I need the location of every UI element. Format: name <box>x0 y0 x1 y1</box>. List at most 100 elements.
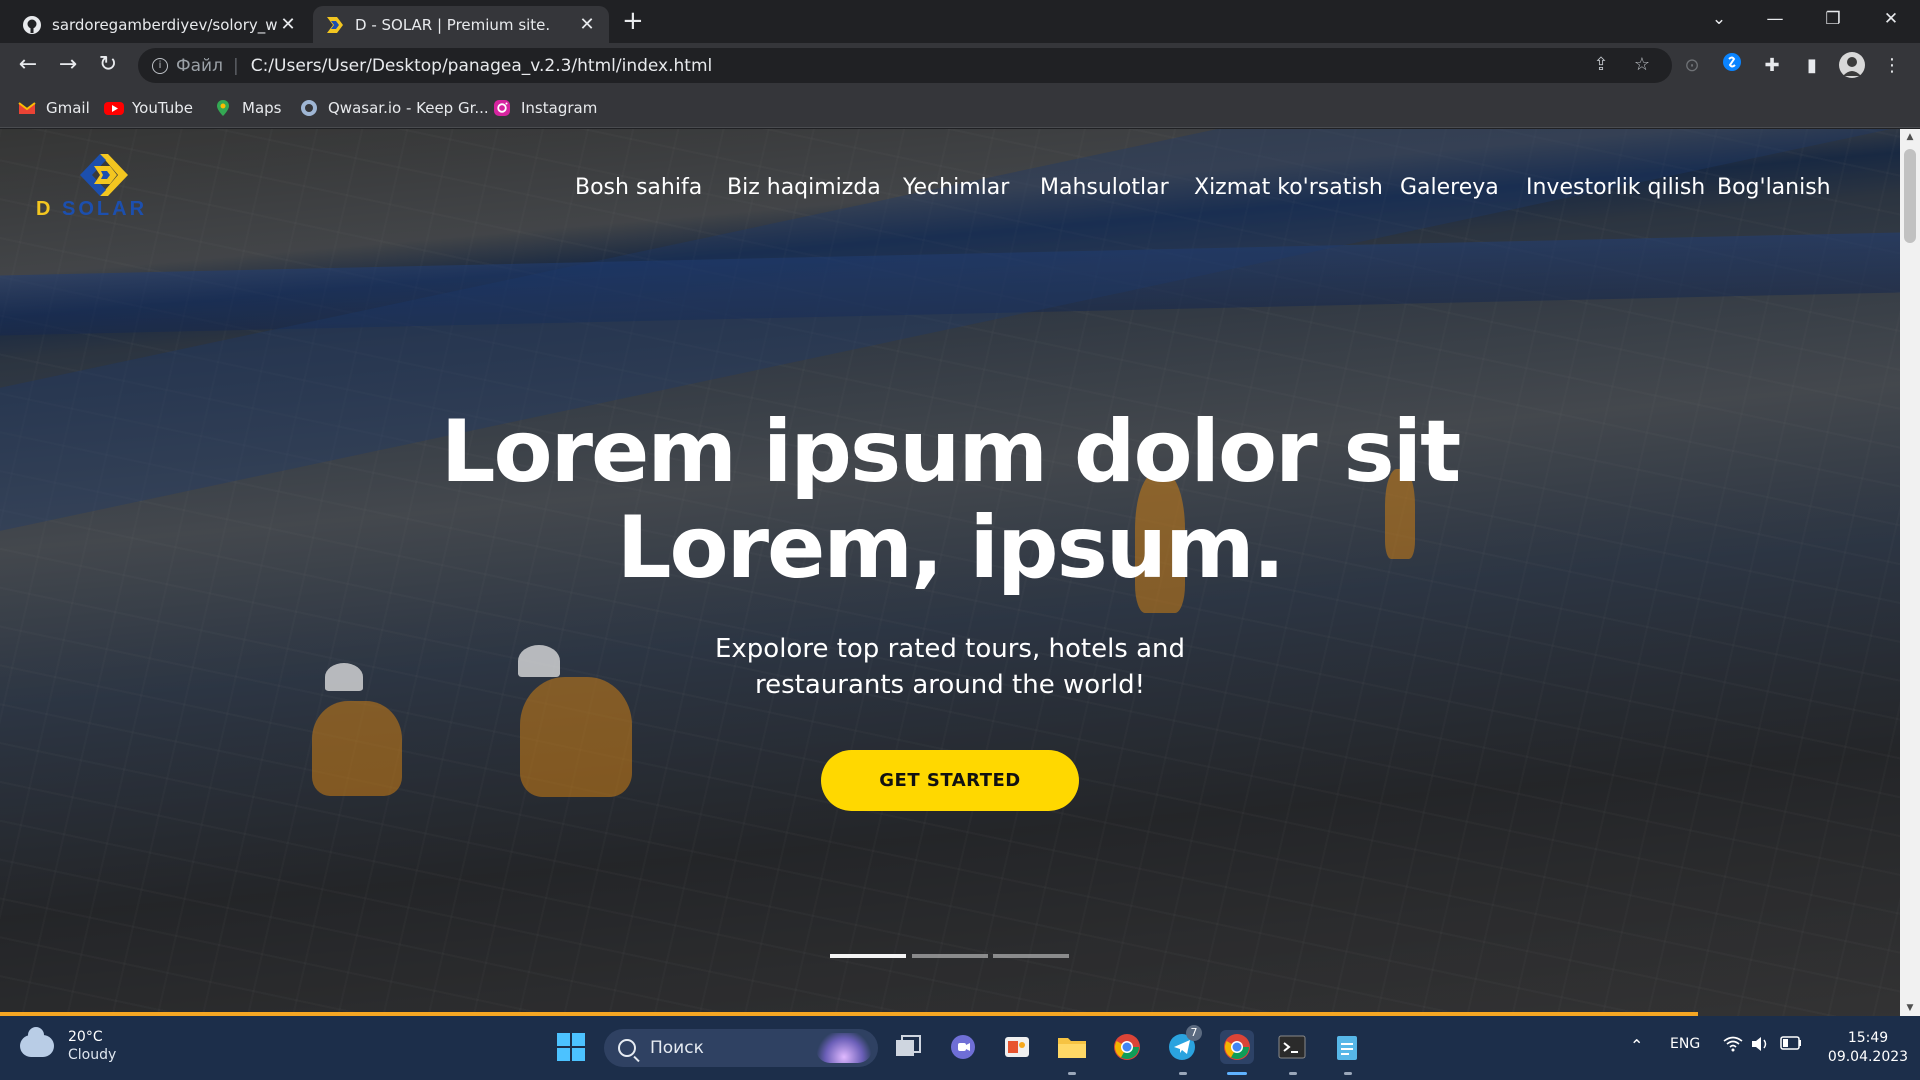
bookmark-qwasar[interactable]: Qwasar.io - Keep Gr... <box>300 97 489 119</box>
hero-subtitle-line1: Expolore top rated tours, hotels and <box>714 634 1186 664</box>
extensions-puzzle-icon[interactable]: ✚ <box>1758 52 1786 80</box>
nav-investorlik-qilish[interactable]: Investorlik qilish <box>1526 175 1705 205</box>
search-highlight-image <box>816 1033 872 1063</box>
teams-chat-icon[interactable] <box>946 1030 980 1064</box>
nav-biz-haqimizda[interactable]: Biz haqimizda <box>727 175 881 205</box>
tab-title: D - SOLAR | Premium site. <box>355 15 551 34</box>
bookmark-star-icon[interactable]: ☆ <box>1630 53 1654 77</box>
carousel-indicator-3[interactable] <box>993 954 1069 958</box>
menu-kebab-icon[interactable]: ⋮ <box>1878 52 1906 80</box>
scroll-up-arrow-icon[interactable]: ▲ <box>1900 129 1920 145</box>
running-indicator <box>1068 1072 1076 1075</box>
bookmark-label: YouTube <box>132 99 193 117</box>
new-tab-button[interactable]: + <box>622 6 644 36</box>
system-clock[interactable]: 15:49 09.04.2023 <box>1818 1029 1918 1067</box>
chrome-active-window-icon[interactable] <box>1220 1030 1254 1064</box>
notepad-icon[interactable] <box>1330 1030 1364 1064</box>
bookmarks-bar: Gmail YouTube Maps Qwasar.io - Keep Gr..… <box>0 88 1920 128</box>
hero-title-line2: Lorem, ipsum. <box>616 498 1286 598</box>
nav-galereya[interactable]: Galereya <box>1400 175 1499 205</box>
nav-mahsulotlar[interactable]: Mahsulotlar <box>1040 175 1169 205</box>
back-button[interactable]: ← <box>12 49 44 81</box>
reload-button[interactable]: ↻ <box>92 49 124 81</box>
qwasar-icon <box>300 99 318 117</box>
telegram-badge: 7 <box>1186 1025 1202 1041</box>
clock-time: 15:49 <box>1847 1030 1889 1046</box>
instagram-icon <box>493 99 511 117</box>
site-info-icon[interactable]: i <box>152 57 168 74</box>
tab-close-icon[interactable]: ✕ <box>577 14 597 35</box>
logo-word: SOLAR <box>62 198 148 220</box>
file-explorer-icon[interactable] <box>1055 1030 1089 1064</box>
site-logo-wordmark: D SOLAR <box>36 198 147 221</box>
weather-condition: Cloudy <box>68 1047 117 1063</box>
chrome-icon[interactable] <box>1110 1030 1144 1064</box>
terminal-icon[interactable] <box>1275 1030 1309 1064</box>
windows-start-icon[interactable] <box>554 1030 588 1064</box>
battery-icon[interactable] <box>1780 1036 1802 1054</box>
address-scheme-label: Файл <box>176 55 223 76</box>
scrollbar-thumb[interactable] <box>1904 149 1916 243</box>
browser-tab-dsolar[interactable]: D - SOLAR | Premium site. ✕ <box>313 6 609 43</box>
bookmark-instagram[interactable]: Instagram <box>493 97 597 119</box>
photo-worker-helmet <box>518 645 560 677</box>
browser-tab-github[interactable]: sardoregamberdiyev/solory_web ✕ <box>10 6 310 43</box>
nav-xizmat-korsatish[interactable]: Xizmat ko'rsatish <box>1194 175 1383 205</box>
telegram-icon[interactable]: 7 <box>1165 1025 1202 1064</box>
shazam-extension-icon[interactable] <box>1718 52 1746 80</box>
dsolar-logo-icon <box>80 154 128 196</box>
gmail-icon <box>18 99 36 117</box>
running-indicator <box>1179 1072 1187 1075</box>
scroll-down-arrow-icon[interactable]: ▼ <box>1900 1000 1920 1016</box>
restore-button[interactable]: ❐ <box>1808 4 1858 34</box>
side-panel-icon[interactable]: ▮ <box>1798 52 1826 80</box>
photo-worker <box>520 677 632 797</box>
taskbar-search-placeholder: Поиск <box>650 1038 704 1058</box>
hero-title-line1: Lorem ipsum dolor sit <box>440 402 1462 502</box>
browser-tab-strip: sardoregamberdiyev/solory_web ✕ D - SOLA… <box>0 0 1920 43</box>
bookmark-label: Maps <box>242 99 282 117</box>
hero-title: Lorem ipsum dolor sit Lorem, ipsum. <box>380 404 1520 596</box>
language-indicator[interactable]: ENG <box>1670 1036 1700 1052</box>
bookmark-label: Gmail <box>46 99 90 117</box>
photos-app-icon[interactable] <box>1000 1030 1034 1064</box>
get-started-button[interactable]: GET STARTED <box>821 750 1079 811</box>
bookmark-youtube[interactable]: YouTube <box>104 97 193 119</box>
nav-boglanish[interactable]: Bog'lanish <box>1717 175 1831 205</box>
task-view-icon[interactable] <box>891 1030 925 1064</box>
bookmark-maps[interactable]: Maps <box>214 97 281 119</box>
windows-taskbar: 20°C Cloudy Поиск 7 ⌃ ENG 15:49 09.04.20… <box>0 1016 1920 1080</box>
site-logo[interactable]: D SOLAR <box>36 154 166 224</box>
volume-icon[interactable] <box>1751 1036 1771 1056</box>
extension-muted-icon[interactable]: ⊙ <box>1678 52 1706 80</box>
address-url[interactable]: C:/Users/User/Desktop/panagea_v.2.3/html… <box>251 56 713 76</box>
wifi-icon[interactable] <box>1723 1036 1743 1056</box>
carousel-indicator-2[interactable] <box>912 954 988 958</box>
tab-close-icon[interactable]: ✕ <box>278 14 298 35</box>
tray-chevron-up-icon[interactable]: ⌃ <box>1630 1036 1643 1055</box>
forward-button[interactable]: → <box>52 49 84 81</box>
minimize-button[interactable]: — <box>1750 4 1800 34</box>
running-indicator <box>1289 1072 1297 1075</box>
tab-search-chevron-icon[interactable]: ⌄ <box>1694 4 1744 34</box>
photo-worker <box>312 701 402 796</box>
bookmark-label: Instagram <box>521 99 598 117</box>
share-icon[interactable]: ⇪ <box>1589 53 1613 77</box>
profile-avatar[interactable] <box>1838 52 1866 80</box>
photo-worker-helmet <box>325 663 363 691</box>
dsolar-favicon-icon <box>325 15 345 35</box>
cloud-icon <box>20 1027 54 1057</box>
hero-subtitle-line2: restaurants around the world! <box>755 670 1145 700</box>
weather-widget[interactable]: 20°C Cloudy <box>20 1027 117 1064</box>
carousel-indicator-1[interactable] <box>830 954 906 958</box>
maps-pin-icon <box>214 99 232 117</box>
taskbar-search[interactable]: Поиск <box>604 1029 878 1067</box>
hero-subtitle: Expolore top rated tours, hotels and res… <box>620 631 1280 703</box>
nav-bosh-sahifa[interactable]: Bosh sahifa <box>575 175 702 205</box>
page-scrollbar[interactable]: ▲ ▼ <box>1900 129 1920 1016</box>
clock-date: 09.04.2023 <box>1827 1049 1909 1065</box>
close-window-button[interactable]: ✕ <box>1866 4 1916 34</box>
address-bar[interactable]: i Файл | C:/Users/User/Desktop/panagea_v… <box>138 48 1672 83</box>
bookmark-gmail[interactable]: Gmail <box>18 97 90 119</box>
nav-yechimlar[interactable]: Yechimlar <box>903 175 1009 205</box>
